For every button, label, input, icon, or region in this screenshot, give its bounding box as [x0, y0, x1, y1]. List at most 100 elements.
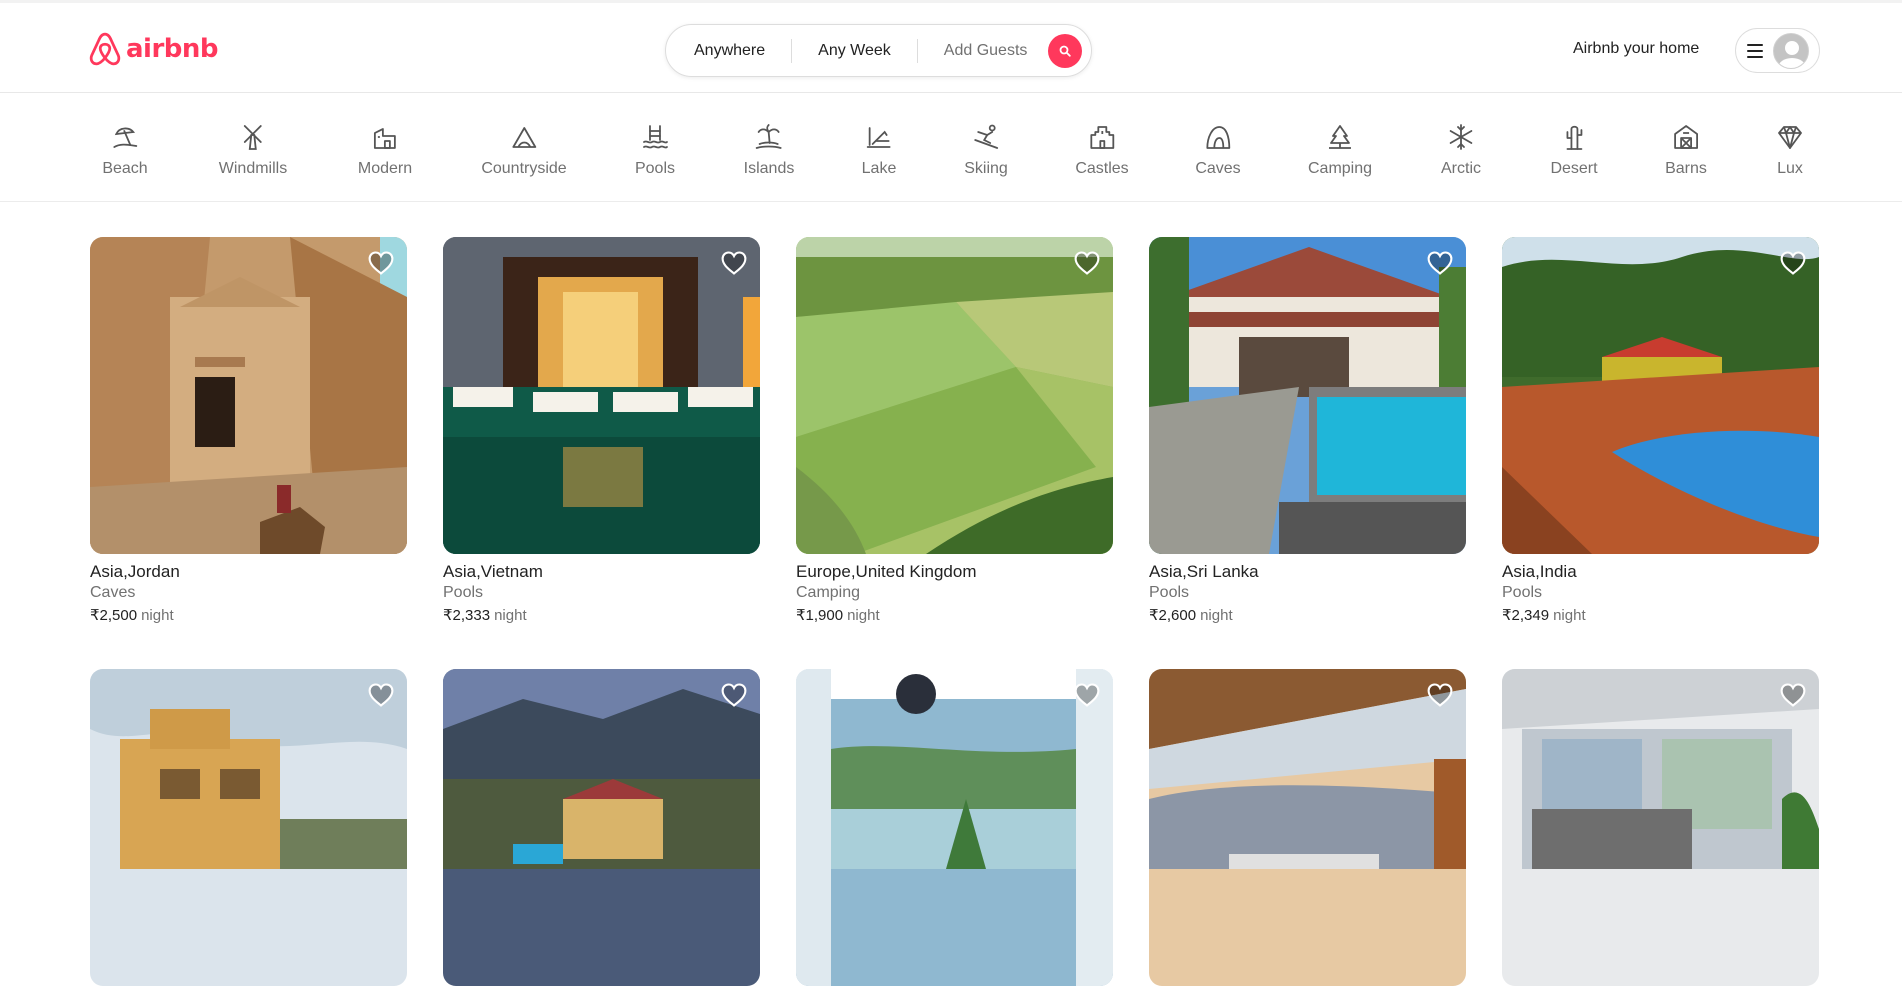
category-label: Pools	[634, 160, 676, 177]
search-week[interactable]: Any Week	[818, 42, 891, 60]
snowflake-icon	[1446, 122, 1476, 152]
heart-icon[interactable]	[720, 249, 748, 277]
top-header: airbnb Anywhere Any Week Add Guests Airb…	[0, 0, 1902, 93]
heart-icon[interactable]	[1073, 681, 1101, 709]
category-label: Islands	[743, 160, 795, 177]
modern-house-icon	[370, 122, 400, 152]
listing-photo-villa[interactable]	[90, 669, 407, 986]
beach-icon	[110, 122, 140, 152]
listing-photo-sri-lanka[interactable]	[1149, 237, 1466, 554]
barn-icon	[1671, 122, 1701, 152]
lake-icon	[864, 122, 894, 152]
listing-photo-river-view[interactable]	[796, 669, 1113, 986]
heart-icon[interactable]	[1426, 249, 1454, 277]
listing-card[interactable]: Asia,Vietnam Pools ₹2,333 night	[443, 237, 760, 637]
category-castles[interactable]: Castles	[1075, 122, 1129, 178]
listing-category: Caves	[90, 584, 136, 601]
category-lake[interactable]: Lake	[861, 122, 897, 178]
category-countryside[interactable]: Countryside	[481, 122, 567, 178]
host-link[interactable]: Airbnb your home	[1573, 40, 1699, 58]
listing-photo-balcony[interactable]	[1149, 669, 1466, 986]
heart-icon[interactable]	[1779, 249, 1807, 277]
heart-icon[interactable]	[1426, 681, 1454, 709]
price-amount: ₹1,900	[796, 607, 844, 624]
listing-card[interactable]	[443, 669, 760, 986]
castle-icon	[1087, 122, 1117, 152]
search-divider	[916, 38, 918, 63]
category-label: Lake	[861, 160, 897, 177]
listing-title: Asia,Jordan	[90, 562, 180, 581]
listing-price: ₹1,900 night	[796, 606, 880, 624]
listing-card[interactable]	[1149, 669, 1466, 986]
category-label: Lux	[1777, 160, 1803, 177]
listing-title: Europe,United Kingdom	[796, 562, 977, 581]
category-label: Caves	[1195, 160, 1241, 177]
price-amount: ₹2,600	[1149, 607, 1197, 624]
heart-icon[interactable]	[1779, 681, 1807, 709]
category-windmills[interactable]: Windmills	[219, 122, 287, 178]
listing-card[interactable]	[1502, 669, 1819, 986]
heart-icon[interactable]	[1073, 249, 1101, 277]
logo-text: airbnb	[126, 34, 219, 64]
category-islands[interactable]: Islands	[743, 122, 795, 178]
category-camping[interactable]: Camping	[1308, 122, 1372, 178]
avatar	[1773, 32, 1809, 69]
skiing-icon	[971, 122, 1001, 152]
category-label: Camping	[1307, 160, 1373, 177]
listing-title: Asia,India	[1502, 562, 1577, 581]
listing-photo-vietnam[interactable]	[443, 237, 760, 554]
listing-price: ₹2,600 night	[1149, 606, 1233, 624]
category-caves[interactable]: Caves	[1195, 122, 1241, 178]
category-barns[interactable]: Barns	[1665, 122, 1707, 178]
category-label: Modern	[357, 160, 413, 177]
search-button[interactable]	[1048, 34, 1082, 68]
category-arctic[interactable]: Arctic	[1441, 122, 1481, 178]
airbnb-logo[interactable]: airbnb	[88, 31, 219, 67]
listing-price: ₹2,500 night	[90, 606, 174, 624]
listing-category: Pools	[443, 584, 484, 601]
listing-card[interactable]: Asia,Jordan Caves ₹2,500 night	[90, 237, 407, 637]
heart-icon[interactable]	[367, 249, 395, 277]
category-beach[interactable]: Beach	[102, 122, 148, 178]
search-location[interactable]: Anywhere	[694, 42, 765, 60]
listing-photo-living-room[interactable]	[1502, 669, 1819, 986]
listing-photo-united-kingdom[interactable]	[796, 237, 1113, 554]
listing-photo-india[interactable]	[1502, 237, 1819, 554]
listing-card[interactable]: Europe,United Kingdom Camping ₹1,900 nigh…	[796, 237, 1113, 637]
price-unit: night	[1553, 607, 1586, 624]
windmill-icon	[238, 122, 268, 152]
listing-category: Camping	[796, 584, 861, 601]
search-bar[interactable]: Anywhere Any Week Add Guests	[665, 24, 1092, 77]
price-amount: ₹2,500	[90, 607, 138, 624]
countryside-icon	[509, 122, 539, 152]
listing-card[interactable]: Asia,India Pools ₹2,349 night	[1502, 237, 1819, 637]
search-guests[interactable]: Add Guests	[944, 42, 1028, 60]
category-modern[interactable]: Modern	[358, 122, 412, 178]
search-icon	[1059, 45, 1071, 57]
listing-category: Pools	[1149, 584, 1190, 601]
category-label: Skiing	[964, 160, 1008, 177]
listing-photo-resort[interactable]	[443, 669, 760, 986]
category-lux[interactable]: Lux	[1775, 122, 1805, 178]
user-menu-button[interactable]	[1735, 28, 1820, 73]
cactus-icon	[1559, 122, 1589, 152]
price-unit: night	[1200, 607, 1233, 624]
listing-card[interactable]: Asia,Sri Lanka Pools ₹2,600 night	[1149, 237, 1466, 637]
search-divider	[791, 38, 793, 63]
cave-icon	[1203, 122, 1233, 152]
category-desert[interactable]: Desert	[1550, 122, 1598, 178]
listing-photo-jordan[interactable]	[90, 237, 407, 554]
category-label: Castles	[1075, 160, 1129, 177]
heart-icon[interactable]	[367, 681, 395, 709]
listing-card[interactable]	[796, 669, 1113, 986]
category-label: Countryside	[481, 160, 567, 177]
price-amount: ₹2,349	[1502, 607, 1550, 624]
island-icon	[754, 122, 784, 152]
listing-title: Asia,Vietnam	[443, 562, 543, 581]
price-amount: ₹2,333	[443, 607, 491, 624]
category-skiing[interactable]: Skiing	[964, 122, 1008, 178]
heart-icon[interactable]	[720, 681, 748, 709]
airbnb-logo-icon	[89, 32, 121, 66]
listing-card[interactable]	[90, 669, 407, 986]
category-pools[interactable]: Pools	[635, 122, 675, 178]
